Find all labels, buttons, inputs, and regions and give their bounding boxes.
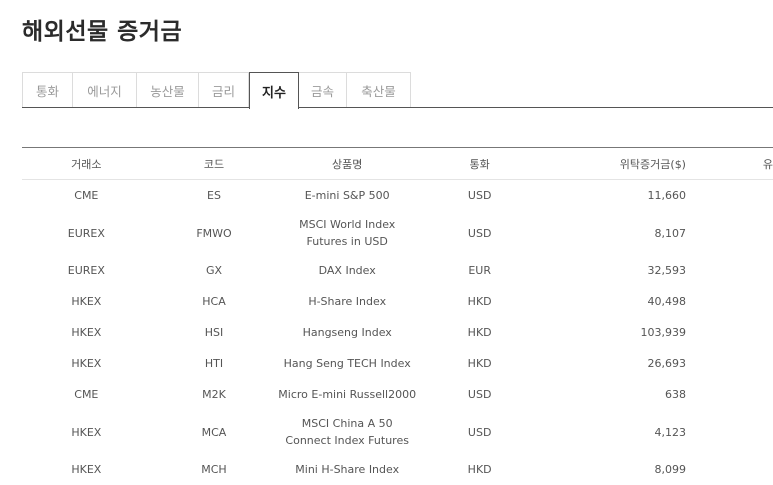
cell-product-name: Micro E-mini Russell2000 — [278, 388, 417, 401]
header-currency: 통화 — [417, 148, 543, 180]
cell-code: FMWO — [196, 226, 232, 240]
cell-margin: 26,693 — [647, 357, 686, 370]
cell-code: HCA — [202, 295, 226, 308]
tab-index[interactable]: 지수 — [249, 72, 299, 109]
margin-table: 거래소 코드 상품명 통화 위탁증거금($) 유 CME ES E-mini S… — [22, 148, 773, 485]
header-truncated: 유 — [741, 148, 773, 180]
cell-product-name: E-mini S&P 500 — [304, 189, 390, 202]
tab-interest-rate[interactable]: 금리 — [199, 72, 249, 107]
cell-currency: HKD — [467, 295, 492, 308]
header-product-name: 상품명 — [277, 148, 418, 180]
header-exchange: 거래소 — [22, 148, 151, 180]
cell-currency: USD — [467, 226, 492, 240]
header-margin: 위탁증거금($) — [542, 148, 742, 180]
cell-margin: 103,939 — [640, 326, 686, 339]
product-name-line: MSCI China A 50 — [301, 417, 393, 430]
tab-energy[interactable]: 에너지 — [73, 72, 137, 107]
cell-product-name: MSCI World Index Futures in USD — [277, 211, 417, 255]
cell-exchange: HKEX — [71, 326, 102, 339]
cell-exchange: CME — [74, 388, 99, 401]
cell-currency: HKD — [467, 463, 492, 476]
tabs-underline — [22, 107, 773, 108]
cell-product-name: Hangseng Index — [302, 326, 392, 339]
table-row: EUREX GX DAX Index EUR 32,593 — [22, 255, 773, 286]
cell-code: M2K — [202, 388, 226, 401]
tab-livestock[interactable]: 축산물 — [347, 72, 411, 107]
cell-product-name: DAX Index — [318, 264, 376, 277]
cell-currency: HKD — [467, 326, 492, 339]
cell-code: MCA — [201, 425, 227, 439]
table-row: EUREX FMWO MSCI World Index Futures in U… — [22, 211, 773, 255]
cell-margin: 8,099 — [654, 463, 686, 476]
page-title: 해외선물 증거금 — [22, 19, 183, 45]
cell-margin: 40,498 — [647, 295, 686, 308]
cell-product-name: Mini H-Share Index — [295, 463, 400, 476]
cell-exchange: HKEX — [71, 357, 102, 370]
cell-margin: 11,660 — [647, 189, 686, 202]
cell-exchange: HKEX — [71, 425, 102, 439]
cell-currency: EUR — [468, 264, 491, 277]
cell-currency: USD — [467, 189, 492, 202]
cell-margin: 638 — [664, 388, 686, 401]
cell-code: HTI — [204, 357, 224, 370]
table-row: HKEX MCH Mini H-Share Index HKD 8,099 — [22, 454, 773, 485]
table-header-row: 거래소 코드 상품명 통화 위탁증거금($) 유 — [22, 148, 773, 180]
cell-currency: USD — [467, 388, 492, 401]
cell-exchange: HKEX — [71, 463, 102, 476]
cell-code: GX — [205, 264, 223, 277]
table-row: HKEX MCA MSCI China A 50 Connect Index F… — [22, 410, 773, 454]
table-row: CME ES E-mini S&P 500 USD 11,660 — [22, 180, 773, 212]
cell-product-name: MSCI China A 50 Connect Index Futures — [277, 410, 417, 454]
cell-exchange: CME — [74, 189, 99, 202]
cell-exchange: EUREX — [67, 264, 105, 277]
table-row: HKEX HTI Hang Seng TECH Index HKD 26,693 — [22, 348, 773, 379]
product-name-line: MSCI World Index — [299, 218, 396, 231]
header-code: 코드 — [150, 148, 278, 180]
cell-margin: 4,123 — [654, 425, 686, 439]
cell-currency: USD — [467, 425, 492, 439]
cell-code: MCH — [201, 463, 227, 476]
cell-exchange: HKEX — [71, 295, 102, 308]
cell-code: ES — [207, 189, 221, 202]
cell-code: HSI — [204, 326, 224, 339]
tab-agriculture[interactable]: 농산물 — [137, 72, 199, 107]
table-row: HKEX HCA H-Share Index HKD 40,498 — [22, 286, 773, 317]
cell-product-name: Hang Seng TECH Index — [283, 357, 411, 370]
product-name-line: Futures in USD — [306, 235, 388, 248]
table-row: HKEX HSI Hangseng Index HKD 103,939 — [22, 317, 773, 348]
product-name-line: Connect Index Futures — [285, 434, 409, 447]
cell-margin: 32,593 — [647, 264, 686, 277]
cell-exchange: EUREX — [67, 226, 105, 240]
cell-currency: HKD — [467, 357, 492, 370]
category-tabs: 통화 에너지 농산물 금리 지수 금속 축산물 — [22, 72, 773, 109]
tab-currency[interactable]: 통화 — [22, 72, 73, 107]
cell-product-name: H-Share Index — [308, 295, 387, 308]
cell-margin: 8,107 — [654, 226, 686, 240]
table-row: CME M2K Micro E-mini Russell2000 USD 638 — [22, 379, 773, 410]
tab-metal[interactable]: 금속 — [299, 72, 347, 107]
